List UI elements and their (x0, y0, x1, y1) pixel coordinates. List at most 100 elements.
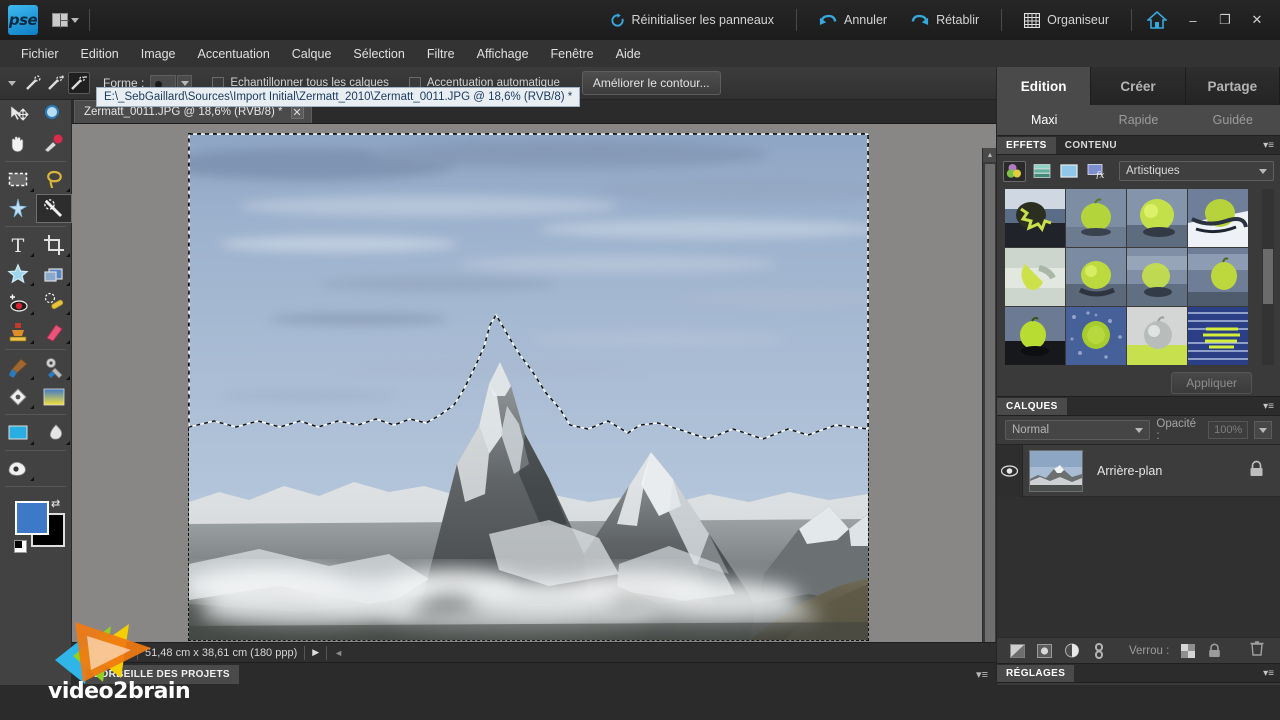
tool-eyedropper[interactable] (36, 129, 72, 158)
menu-edition[interactable]: Edition (70, 43, 130, 65)
tab-creer[interactable]: Créer (1091, 67, 1186, 105)
tool-zoom[interactable] (36, 100, 72, 129)
effect-thumbnail[interactable] (1005, 189, 1065, 247)
subtab-rapide[interactable]: Rapide (1091, 105, 1185, 135)
layer-visibility-toggle[interactable] (997, 444, 1023, 497)
trash-icon[interactable] (1250, 640, 1264, 661)
adjustment-layer-icon[interactable] (1036, 642, 1053, 659)
menu-filtre[interactable]: Filtre (416, 43, 466, 65)
left-arrow-icon[interactable]: ◄ (334, 648, 343, 658)
blend-mode-select[interactable]: Normal (1005, 420, 1151, 440)
tab-edition[interactable]: Edition (997, 67, 1092, 105)
effect-thumbnail[interactable] (1127, 248, 1187, 306)
menu-fichier[interactable]: Fichier (10, 43, 70, 65)
photo-effects-icon[interactable] (1057, 161, 1080, 182)
effects-scrollbar[interactable] (1262, 189, 1274, 365)
tool-lasso[interactable] (36, 165, 72, 194)
tool-healing-brush[interactable] (36, 288, 72, 317)
menu-affichage[interactable]: Affichage (466, 43, 540, 65)
opacity-value[interactable]: 100% (1208, 421, 1249, 439)
effect-thumbnail[interactable] (1066, 189, 1126, 247)
wand-add-icon[interactable] (45, 72, 67, 94)
canvas-viewport[interactable]: ▲ ▼ (72, 124, 997, 686)
tool-type[interactable]: T (0, 230, 36, 259)
effect-thumbnail[interactable] (1188, 189, 1248, 247)
tool-crop[interactable] (36, 230, 72, 259)
tab-effets[interactable]: EFFETS (997, 136, 1056, 154)
refine-edge-button[interactable]: Améliorer le contour... (581, 71, 721, 95)
default-colors-icon[interactable] (14, 540, 27, 553)
padlock-icon[interactable] (1206, 642, 1223, 659)
tool-cookie-cutter[interactable] (0, 259, 36, 288)
project-bin-menu-icon[interactable]: ▾≡ (976, 668, 988, 681)
tool-red-eye[interactable] (0, 288, 36, 317)
panel-menu-icon[interactable]: ▾≡ (1263, 401, 1274, 412)
subtab-maxi[interactable]: Maxi (997, 105, 1091, 135)
new-layer-icon[interactable] (1009, 642, 1026, 659)
layout-switcher-button[interactable] (52, 13, 79, 28)
tool-eraser[interactable] (36, 317, 72, 346)
undo-button[interactable]: Annuler (807, 0, 899, 40)
tool-sponge[interactable] (0, 454, 36, 483)
swap-colors-icon[interactable]: ⇄ (51, 497, 60, 510)
tool-gradient[interactable] (36, 382, 72, 411)
tool-shape-rectangle[interactable] (0, 418, 36, 447)
restore-button[interactable]: ❐ (1210, 7, 1240, 33)
tool-quick-selection[interactable] (36, 194, 72, 223)
redo-button[interactable]: Rétablir (899, 0, 991, 40)
reset-panels-button[interactable]: Réinitialiser les panneaux (598, 0, 786, 40)
tool-brush[interactable] (0, 353, 36, 382)
effect-thumbnail[interactable] (1188, 248, 1248, 306)
scroll-up-icon[interactable]: ▲ (983, 148, 997, 162)
options-expand-icon[interactable] (8, 80, 16, 86)
layer-styles-icon[interactable] (1030, 161, 1053, 182)
tab-contenu[interactable]: CONTENU (1056, 137, 1126, 154)
foreground-color-swatch[interactable] (15, 501, 49, 535)
tool-smart-brush[interactable] (36, 353, 72, 382)
tool-straighten[interactable] (36, 259, 72, 288)
tool-clone-stamp[interactable] (0, 317, 36, 346)
scrollbar-thumb[interactable] (985, 164, 995, 669)
effect-thumbnail[interactable] (1066, 307, 1126, 365)
panel-menu-icon[interactable]: ▾≡ (1263, 140, 1274, 151)
menu-selection[interactable]: Sélection (342, 43, 415, 65)
effect-thumbnail[interactable] (1066, 248, 1126, 306)
organizer-button[interactable]: Organiseur (1012, 0, 1121, 40)
apply-button[interactable]: Appliquer (1171, 372, 1252, 394)
layer-thumbnail[interactable] (1029, 449, 1083, 492)
fx-icon[interactable]: fx (1084, 161, 1107, 182)
layer-row[interactable]: Arrière-plan (997, 444, 1280, 497)
tool-paint-bucket[interactable] (0, 382, 36, 411)
panel-menu-icon[interactable]: ▾≡ (1263, 668, 1274, 679)
effect-thumbnail[interactable] (1188, 307, 1248, 365)
tool-move[interactable] (0, 100, 36, 129)
menu-accentuation[interactable]: Accentuation (187, 43, 281, 65)
effect-thumbnail[interactable] (1005, 248, 1065, 306)
close-icon[interactable]: ✕ (290, 105, 304, 119)
menu-image[interactable]: Image (130, 43, 187, 65)
filters-icon[interactable] (1003, 160, 1026, 182)
link-layers-icon[interactable] (1090, 642, 1107, 659)
tool-hand[interactable] (0, 129, 36, 158)
canvas-vertical-scrollbar[interactable]: ▲ ▼ (982, 148, 997, 686)
menu-calque[interactable]: Calque (281, 43, 343, 65)
subtab-guidee[interactable]: Guidée (1186, 105, 1280, 135)
wand-subtract-icon[interactable] (68, 72, 90, 94)
checker-lock-icon[interactable] (1179, 642, 1196, 659)
minimize-button[interactable]: – (1178, 7, 1208, 33)
tool-blur[interactable] (36, 418, 72, 447)
play-triangle-icon[interactable]: ▶ (312, 647, 319, 658)
scrollbar-thumb[interactable] (1263, 249, 1273, 304)
fill-layer-icon[interactable] (1063, 642, 1080, 659)
opacity-slider-button[interactable] (1254, 421, 1272, 439)
tool-rectangular-marquee[interactable] (0, 165, 36, 194)
tool-magic-wand[interactable] (0, 194, 36, 223)
close-button[interactable]: ✕ (1242, 7, 1272, 33)
effect-thumbnail[interactable] (1127, 307, 1187, 365)
home-button[interactable] (1142, 7, 1172, 33)
tab-partage[interactable]: Partage (1185, 67, 1280, 105)
effect-thumbnail[interactable] (1127, 189, 1187, 247)
menu-aide[interactable]: Aide (605, 43, 652, 65)
effects-category-select[interactable]: Artistiques (1119, 161, 1274, 181)
menu-fenetre[interactable]: Fenêtre (540, 43, 605, 65)
